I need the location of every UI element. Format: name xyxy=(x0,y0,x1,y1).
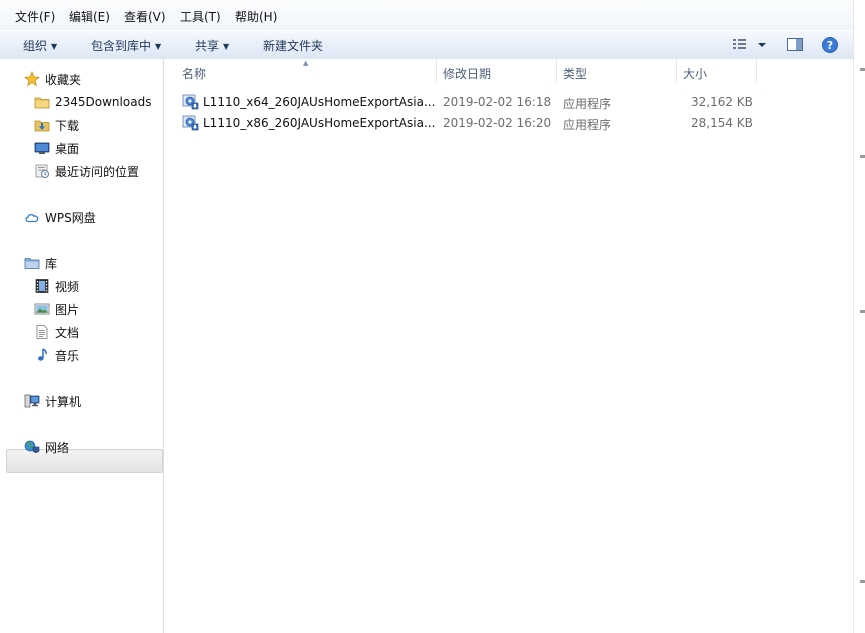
column-divider[interactable] xyxy=(436,59,437,83)
nav-wps-cloud[interactable]: WPS网盘 xyxy=(24,207,96,227)
menu-bar: 文件(F) 编辑(E) 查看(V) 工具(T) 帮助(H) xyxy=(0,0,853,31)
nav-item-documents[interactable]: 文档 xyxy=(34,322,79,342)
edge-marker xyxy=(860,310,865,313)
new-folder-button[interactable]: 新建文件夹 xyxy=(263,37,323,54)
column-header-modified[interactable]: 修改日期 xyxy=(443,65,491,82)
file-modified: 2019-02-02 16:20 xyxy=(443,116,552,130)
nav-item-downloads[interactable]: 下载 xyxy=(34,115,79,135)
navigation-pane: 收藏夹 2345Downloads 下载 桌面 最近访问的位置 WPS网盘 库 … xyxy=(0,59,164,633)
view-details-icon xyxy=(733,39,766,49)
help-button[interactable]: ? xyxy=(821,36,839,54)
file-size: 32,162 KB xyxy=(691,95,753,109)
chevron-down-icon: ▼ xyxy=(223,42,230,51)
file-modified: 2019-02-02 16:18 xyxy=(443,95,552,109)
organize-button[interactable]: 组织 ▼ xyxy=(23,37,57,54)
column-header-size[interactable]: 大小 xyxy=(683,65,707,82)
preview-pane-button[interactable] xyxy=(786,36,804,54)
share-label: 共享 xyxy=(195,39,220,53)
nav-item-label: 视频 xyxy=(55,279,80,294)
nav-item-label: 最近访问的位置 xyxy=(55,164,140,179)
share-button[interactable]: 共享 ▼ xyxy=(195,37,229,54)
document-icon xyxy=(34,324,50,340)
edge-marker xyxy=(860,68,865,71)
music-note-icon xyxy=(34,347,50,363)
edge-marker xyxy=(860,580,865,583)
file-type: 应用程序 xyxy=(563,118,612,132)
column-divider[interactable] xyxy=(556,59,557,83)
right-window-edge xyxy=(853,0,865,633)
nav-libraries[interactable]: 库 xyxy=(24,253,57,273)
menu-file[interactable]: 文件(F) xyxy=(15,8,55,25)
library-icon xyxy=(24,255,40,271)
table-row[interactable]: L1110_x86_260JAUsHomeExportAsia... 2019-… xyxy=(164,113,853,133)
organize-label: 组织 xyxy=(23,39,48,53)
nav-computer-label: 计算机 xyxy=(45,394,82,409)
file-type: 应用程序 xyxy=(563,97,612,111)
sort-ascending-icon: ▲ xyxy=(303,59,309,67)
nav-network[interactable]: 网络 xyxy=(24,437,69,457)
nav-item-label: 2345Downloads xyxy=(55,95,152,109)
include-in-library-label: 包含到库中 xyxy=(91,39,152,53)
network-icon xyxy=(24,439,40,455)
star-icon xyxy=(24,71,40,87)
nav-item-recent-places[interactable]: 最近访问的位置 xyxy=(34,161,139,181)
menu-help[interactable]: 帮助(H) xyxy=(235,8,277,25)
nav-libraries-label: 库 xyxy=(45,256,58,271)
column-header-type[interactable]: 类型 xyxy=(563,65,587,82)
nav-favorites-label: 收藏夹 xyxy=(45,72,82,87)
nav-item-label: 音乐 xyxy=(55,348,80,363)
computer-icon xyxy=(24,393,40,409)
nav-item-label: 文档 xyxy=(55,325,80,340)
recent-places-icon xyxy=(34,163,50,179)
video-icon xyxy=(34,278,50,294)
edge-marker xyxy=(860,155,865,158)
column-divider[interactable] xyxy=(676,59,677,83)
help-icon: ? xyxy=(822,37,838,53)
nav-item-2345downloads[interactable]: 2345Downloads xyxy=(34,92,151,112)
table-row[interactable]: L1110_x64_260JAUsHomeExportAsia... 2019-… xyxy=(164,92,853,112)
chevron-down-icon: ▼ xyxy=(51,42,58,51)
nav-item-label: 下载 xyxy=(55,118,80,133)
desktop-icon xyxy=(34,140,50,156)
application-installer-icon xyxy=(182,93,199,113)
column-divider[interactable] xyxy=(756,59,757,83)
cloud-icon xyxy=(24,209,40,225)
file-name: L1110_x86_260JAUsHomeExportAsia... xyxy=(203,116,436,130)
nav-favorites[interactable]: 收藏夹 xyxy=(24,69,81,89)
svg-text:?: ? xyxy=(827,39,833,52)
command-bar: 组织 ▼ 包含到库中 ▼ 共享 ▼ 新建文件夹 ? xyxy=(0,30,853,60)
folder-icon xyxy=(34,94,50,110)
column-header-name[interactable]: 名称 xyxy=(182,65,206,82)
chevron-down-icon: ▼ xyxy=(155,42,162,51)
menu-tools[interactable]: 工具(T) xyxy=(180,8,221,25)
preview-pane-icon xyxy=(787,38,803,51)
nav-item-label: 图片 xyxy=(55,302,80,317)
nav-computer[interactable]: 计算机 xyxy=(24,391,81,411)
file-list: ▲ 名称 修改日期 类型 大小 L1110_x64_260JAUsHomeExp… xyxy=(164,59,853,633)
file-name: L1110_x64_260JAUsHomeExportAsia... xyxy=(203,95,436,109)
nav-item-videos[interactable]: 视频 xyxy=(34,276,79,296)
nav-network-label: 网络 xyxy=(45,440,70,455)
application-installer-icon xyxy=(182,114,199,134)
nav-item-label: 桌面 xyxy=(55,141,80,156)
nav-item-pictures[interactable]: 图片 xyxy=(34,299,79,319)
download-folder-icon xyxy=(34,117,50,133)
picture-icon xyxy=(34,301,50,317)
menu-view[interactable]: 查看(V) xyxy=(124,8,166,25)
include-in-library-button[interactable]: 包含到库中 ▼ xyxy=(91,37,161,54)
change-view-button[interactable] xyxy=(731,36,771,54)
menu-edit[interactable]: 编辑(E) xyxy=(69,8,110,25)
file-size: 28,154 KB xyxy=(691,116,753,130)
nav-wps-label: WPS网盘 xyxy=(45,210,96,225)
nav-item-desktop[interactable]: 桌面 xyxy=(34,138,79,158)
nav-item-music[interactable]: 音乐 xyxy=(34,345,79,365)
